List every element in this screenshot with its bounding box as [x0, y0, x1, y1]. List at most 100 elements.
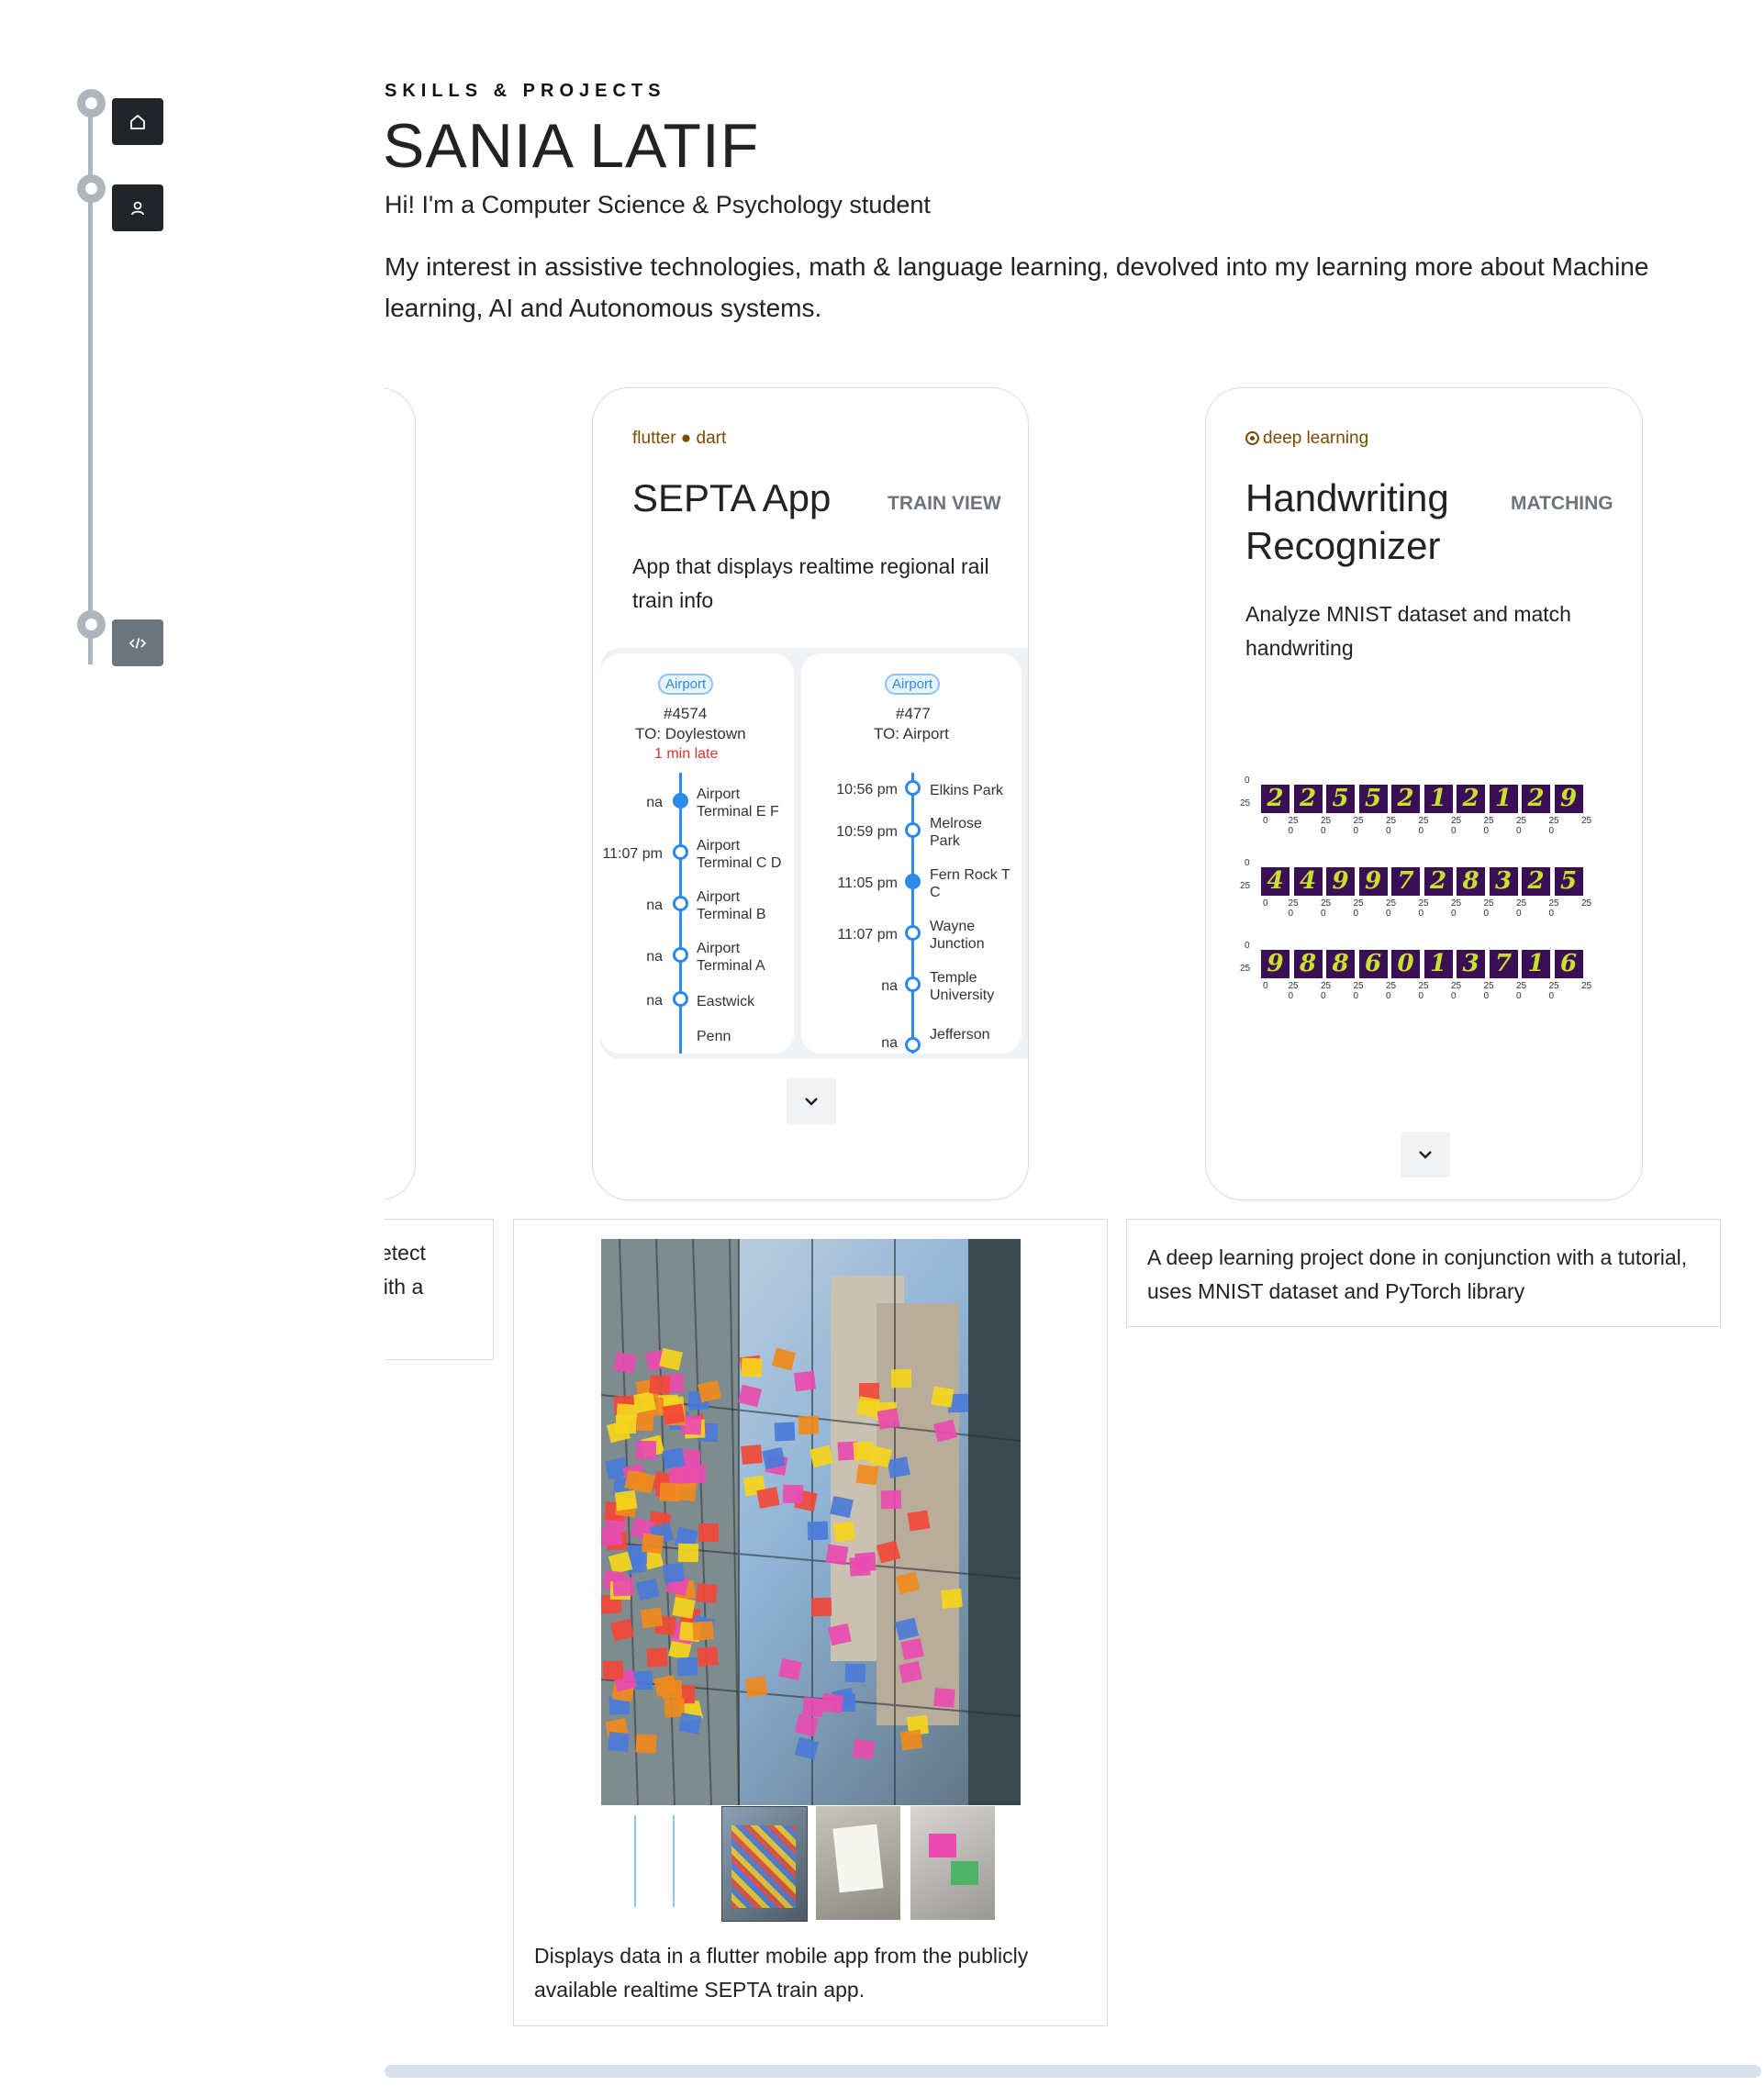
axis-tick-label: 25 0 — [1386, 981, 1397, 1001]
sticky-note — [662, 1403, 686, 1425]
sticky-note — [844, 1663, 866, 1683]
stop-marker — [905, 822, 921, 838]
axis-tick-label: 0 — [1245, 941, 1250, 951]
sticky-note — [821, 1692, 844, 1714]
mnist-digit: 6 — [1358, 950, 1388, 978]
sticky-notes-layer — [601, 1239, 1021, 1805]
sticky-note — [853, 1441, 875, 1461]
sticky-note — [777, 1658, 802, 1681]
stop-time: 10:59 pm — [836, 824, 898, 840]
sticky-note — [880, 1489, 901, 1509]
project-photo-main[interactable] — [601, 1239, 1021, 1805]
sticky-note — [672, 1597, 697, 1620]
timeline-node-home — [77, 89, 106, 117]
left-mask — [275, 376, 385, 1386]
stop-name: Elkins Park — [930, 783, 1004, 798]
axis-tick-label: 25 0 — [1483, 981, 1494, 1001]
mnist-digit: 5 — [1358, 785, 1388, 813]
mnist-digit: 8 — [1457, 867, 1485, 896]
axis-tick-label: 25 0 — [1548, 816, 1559, 836]
axis-tick-label: 25 0 — [1288, 898, 1299, 919]
sticky-note — [696, 1646, 719, 1668]
sticky-note — [741, 1357, 763, 1378]
sticky-note — [686, 1464, 707, 1483]
photo-thumbnail[interactable] — [910, 1806, 995, 1920]
sticky-note — [855, 1464, 879, 1486]
sticky-note — [933, 1688, 955, 1708]
projects-nav-button[interactable] — [112, 619, 163, 666]
axis-tick-label: 25 — [1240, 964, 1251, 974]
sticky-note — [798, 1415, 819, 1435]
axis-tick-label: 25 0 — [1321, 981, 1332, 1001]
sticky-note — [809, 1445, 834, 1467]
sticky-note — [738, 1384, 763, 1408]
train-destination: TO: Doylestown — [635, 725, 746, 742]
photo-thumbnail[interactable] — [721, 1806, 808, 1922]
train-screen: Airport #4574 TO: Doylestown 1 min late … — [600, 653, 794, 1054]
axis-tick-label: 25 0 — [1451, 981, 1462, 1001]
sticky-note — [794, 1736, 820, 1760]
sticky-note — [832, 1521, 855, 1543]
sticky-note — [856, 1396, 880, 1418]
sticky-note — [907, 1510, 930, 1532]
stop-name: Eastwick — [697, 994, 755, 1010]
sticky-note — [932, 1419, 957, 1443]
horizontal-scrollbar[interactable] — [385, 2065, 1761, 2078]
axis-tick-label: 25 — [1581, 816, 1592, 826]
sticky-note — [890, 1369, 912, 1389]
project-card-handwriting[interactable]: deep learning Handwriting Recognizer MAT… — [1205, 387, 1643, 1200]
station-pill: Airport — [658, 674, 714, 695]
stop-marker — [673, 844, 688, 860]
project-card-septa[interactable]: flutter ● dart SEPTA App TRAIN VIEW App … — [592, 387, 1029, 1200]
intro-paragraph: My interest in assistive technologies, m… — [385, 252, 1649, 322]
sticky-note — [801, 1696, 824, 1717]
stop-time: na — [646, 898, 663, 913]
sticky-note — [811, 1597, 832, 1617]
axis-tick-label: 25 — [1581, 898, 1592, 909]
mnist-digit: 1 — [1423, 950, 1453, 978]
axis-tick-label: 25 0 — [1386, 816, 1397, 836]
project-title: SEPTA App — [632, 476, 832, 519]
chevron-down-icon — [1419, 1151, 1432, 1159]
sticky-note — [696, 1583, 719, 1604]
sticky-note — [795, 1713, 820, 1737]
mnist-digit: 7 — [1489, 950, 1518, 978]
mnist-digit: 2 — [1522, 785, 1550, 813]
sticky-note — [876, 1540, 901, 1564]
axis-tick-label: 25 — [1581, 981, 1592, 991]
stop-time: 11:05 pm — [837, 876, 898, 891]
axis-tick-label: 25 0 — [1288, 981, 1299, 1001]
expand-button[interactable] — [787, 1078, 836, 1124]
stop-name: Airport Terminal B — [697, 889, 766, 922]
sticky-note — [663, 1562, 686, 1584]
axis-tick-label: 25 0 — [1353, 898, 1364, 919]
axis-tick-label: 0 — [1263, 898, 1268, 909]
project-tag-label: deep learning — [1263, 429, 1369, 448]
axis-tick-label: 0 — [1263, 981, 1268, 991]
axis-tick-label: 0 — [1263, 816, 1268, 826]
stop-marker — [905, 976, 921, 992]
sticky-note — [635, 1440, 656, 1459]
expand-button[interactable] — [1401, 1132, 1450, 1177]
stop-time: na — [646, 993, 663, 1009]
person-icon — [131, 201, 144, 215]
sticky-note — [772, 1347, 797, 1371]
about-nav-button[interactable] — [112, 184, 163, 231]
photo-thumbnail[interactable] — [627, 1806, 711, 1920]
project-badge: MATCHING — [1511, 493, 1613, 514]
sticky-note — [894, 1617, 919, 1641]
sticky-note — [782, 1485, 804, 1504]
stop-time: na — [881, 978, 898, 994]
sticky-note — [641, 1607, 664, 1629]
photo-thumbnail[interactable] — [816, 1806, 900, 1920]
axis-tick-label: 25 0 — [1548, 981, 1559, 1001]
sticky-note — [854, 1551, 877, 1572]
stop-name: Penn — [697, 1029, 731, 1044]
stop-time: na — [646, 795, 663, 810]
sticky-note — [895, 1571, 920, 1595]
sticky-note — [609, 1618, 634, 1641]
home-nav-button[interactable] — [112, 98, 163, 145]
stop-marker — [905, 925, 921, 941]
mnist-digit: 1 — [1522, 950, 1550, 978]
axis-tick-label: 25 0 — [1353, 981, 1364, 1001]
